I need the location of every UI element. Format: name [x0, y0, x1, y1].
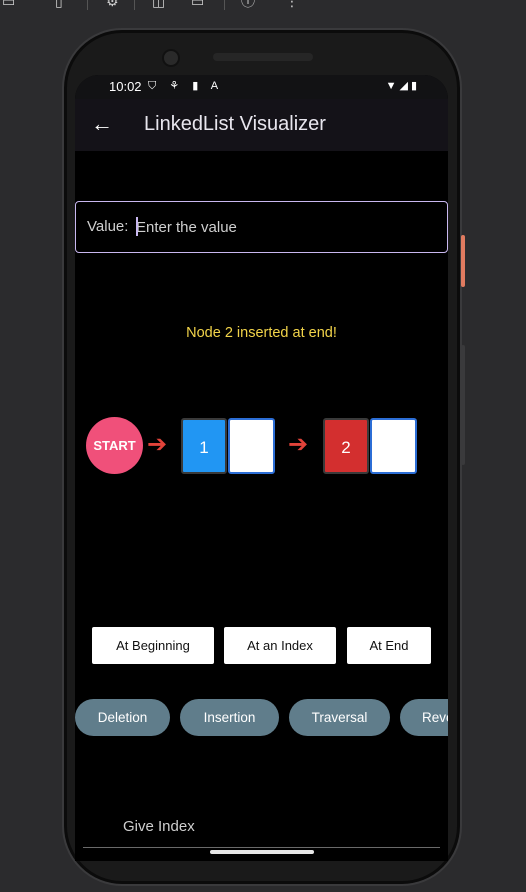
device-icon[interactable]: ▯: [55, 0, 71, 8]
back-arrow-icon[interactable]: ←: [89, 111, 115, 137]
node-2-next-pointer: [370, 418, 417, 474]
value-input[interactable]: [136, 216, 426, 238]
toolbar-divider: [87, 0, 88, 10]
arrow-right-icon: ➔: [147, 431, 168, 458]
settings-icon[interactable]: ⚙: [106, 0, 122, 8]
layout-icon[interactable]: ▭: [2, 0, 18, 8]
node-2-value: 2: [323, 418, 369, 474]
chip-traversal[interactable]: Traversal: [289, 699, 390, 736]
arrow-right-icon: ➔: [288, 431, 309, 458]
chip-insertion[interactable]: Insertion: [180, 699, 279, 736]
video-icon[interactable]: ▭: [191, 0, 207, 8]
start-node: START: [86, 417, 143, 474]
node-1-next-pointer: [228, 418, 275, 474]
chip-reverse[interactable]: Reverse: [400, 699, 448, 736]
toolbar-divider: [134, 0, 135, 10]
value-input-field[interactable]: Value:: [75, 201, 448, 253]
value-prefix: Value:: [87, 218, 129, 235]
earpiece-speaker: [213, 53, 313, 61]
camera-icon[interactable]: ◫: [152, 0, 168, 8]
info-icon[interactable]: ⓘ: [241, 0, 257, 8]
app-bar: ← LinkedList Visualizer: [75, 99, 448, 151]
ide-toolbar: ▭ ▯ ⚙ ◫ ▭ ⓘ ⋮: [0, 0, 526, 12]
page-title: LinkedList Visualizer: [144, 113, 326, 135]
insert-at-index-button[interactable]: At an Index: [224, 627, 336, 664]
chip-deletion[interactable]: Deletion: [75, 699, 170, 736]
home-gesture-bar[interactable]: [210, 850, 314, 854]
insert-at-end-button[interactable]: At End: [347, 627, 431, 664]
status-time: 10:02: [109, 79, 142, 94]
app-screen: 10:02 ⛉ ⚘ ▮ A ▼◢▮ ← LinkedList Visualize…: [75, 75, 448, 861]
give-index-label[interactable]: Give Index: [123, 818, 195, 835]
insert-at-beginning-button[interactable]: At Beginning: [92, 627, 214, 664]
node-1-value: 1: [181, 418, 227, 474]
status-message: Node 2 inserted at end!: [186, 325, 337, 341]
status-bar: 10:02 ⛉ ⚘ ▮ A ▼◢▮: [75, 75, 448, 99]
more-icon[interactable]: ⋮: [285, 0, 301, 8]
text-caret: [136, 217, 138, 236]
volume-button[interactable]: [461, 345, 465, 465]
index-input-underline: [83, 847, 440, 848]
front-camera: [162, 49, 180, 67]
system-icons: ▼◢▮: [385, 80, 420, 92]
power-button[interactable]: [461, 235, 465, 287]
toolbar-divider: [224, 0, 225, 10]
notification-icons: ⛉ ⚘ ▮ A: [148, 80, 224, 92]
